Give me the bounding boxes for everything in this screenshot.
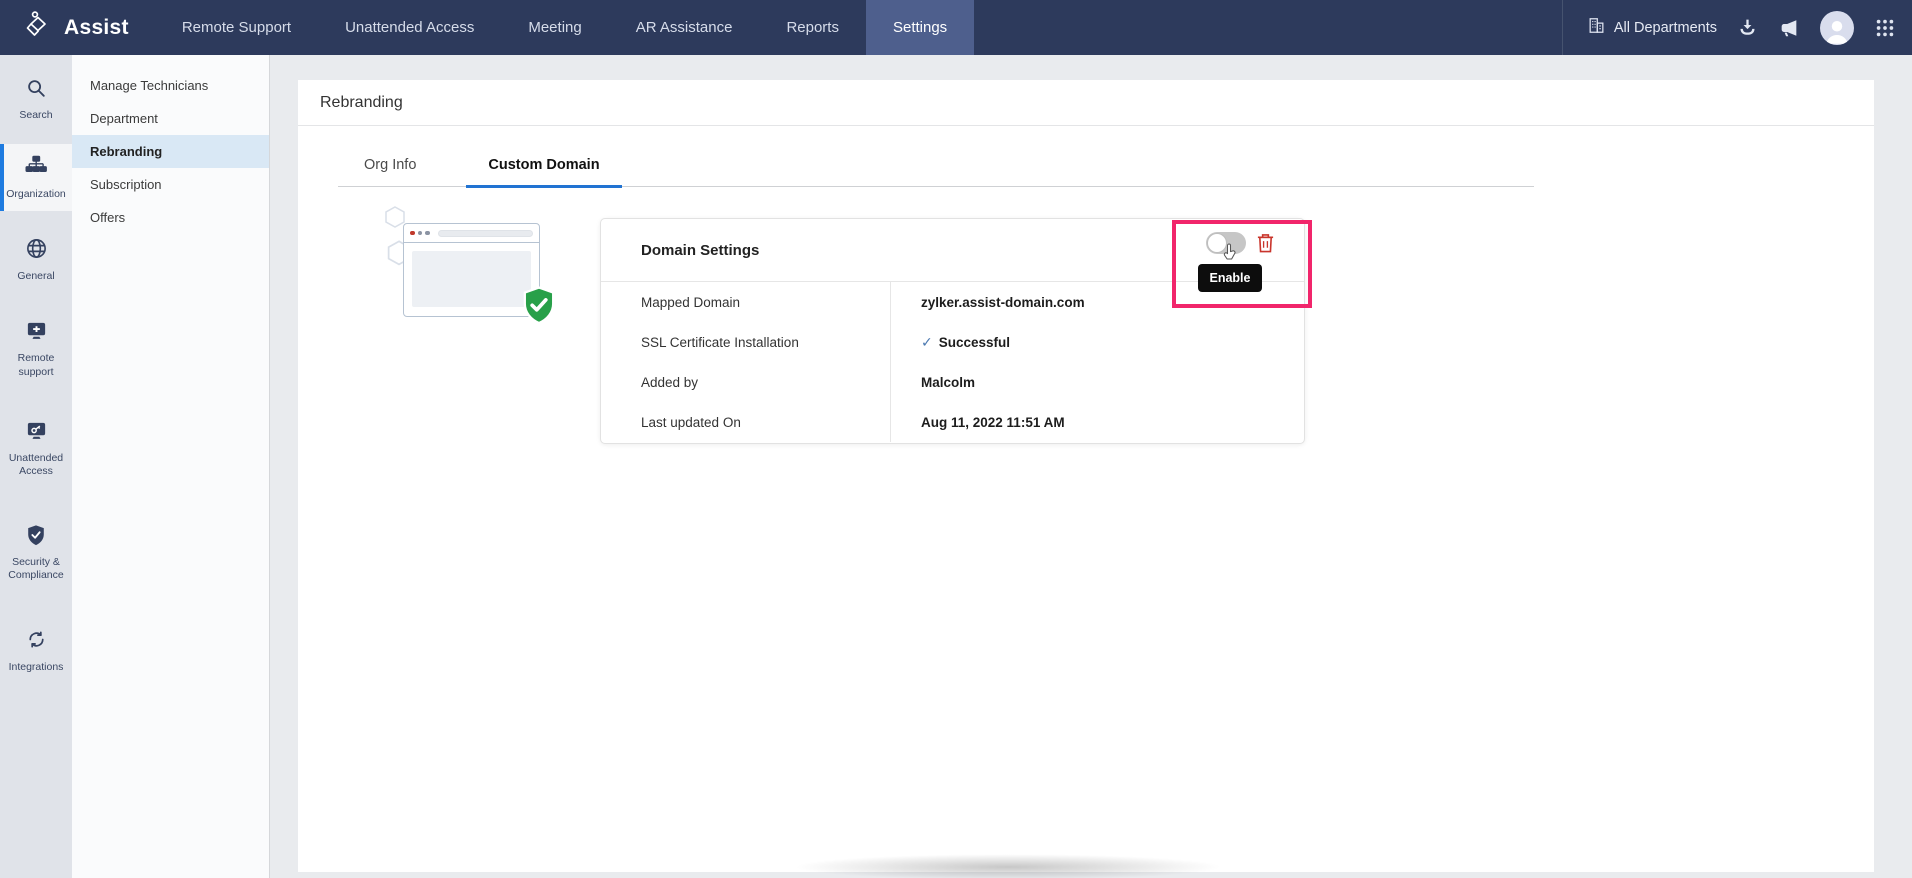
app-window: Assist Remote Support Unattended Access … bbox=[0, 0, 1912, 878]
nav-item-ar-assistance[interactable]: AR Assistance bbox=[609, 0, 760, 55]
sidebar-item-rebranding[interactable]: Rebranding bbox=[72, 135, 269, 168]
nav-item-meeting[interactable]: Meeting bbox=[501, 0, 608, 55]
added-by-value: Malcolm bbox=[921, 374, 976, 390]
row-label: SSL Certificate Installation bbox=[601, 322, 891, 362]
nav-item-unattended-access[interactable]: Unattended Access bbox=[318, 0, 501, 55]
announcement-icon[interactable] bbox=[1778, 17, 1800, 39]
row-label: Added by bbox=[601, 362, 891, 402]
remote-screen-plus-icon bbox=[25, 319, 48, 347]
nav-right-cluster: All Departments bbox=[1561, 0, 1912, 55]
department-label: All Departments bbox=[1613, 19, 1717, 36]
tab-custom-domain[interactable]: Custom Domain bbox=[466, 150, 622, 188]
avatar[interactable] bbox=[1820, 10, 1854, 45]
brand[interactable]: Assist bbox=[0, 0, 155, 55]
browser-content-graphic bbox=[412, 251, 531, 307]
success-check-icon: ✓ bbox=[921, 333, 933, 350]
rail-item-organization[interactable]: Organization bbox=[0, 144, 72, 212]
table-row: Added by Malcolm bbox=[601, 362, 1304, 402]
rail-label: Unattended Access bbox=[8, 451, 64, 477]
page-title: Rebranding bbox=[320, 93, 403, 111]
rail-item-search[interactable]: Search bbox=[0, 67, 72, 132]
sidebar-item-manage-technicians[interactable]: Manage Technicians bbox=[72, 69, 269, 102]
domain-illustration bbox=[385, 206, 563, 333]
rail-item-integrations[interactable]: Integrations bbox=[0, 618, 72, 684]
building-icon bbox=[1587, 16, 1606, 39]
table-row: SSL Certificate Installation ✓ Successfu… bbox=[601, 322, 1304, 362]
nav-item-settings[interactable]: Settings bbox=[865, 0, 975, 55]
sidebar-item-offers[interactable]: Offers bbox=[72, 201, 269, 234]
sidebar-item-department[interactable]: Department bbox=[72, 102, 269, 135]
brand-name: Assist bbox=[64, 15, 129, 39]
download-icon[interactable] bbox=[1737, 17, 1758, 38]
panel-header: Rebranding bbox=[298, 80, 1874, 126]
table-row: Last updated On Aug 11, 2022 11:51 AM bbox=[601, 402, 1304, 442]
rail-item-general[interactable]: General bbox=[0, 227, 72, 293]
screen-key-icon bbox=[25, 419, 48, 447]
browser-titlebar bbox=[404, 224, 539, 243]
assist-logo-icon bbox=[22, 9, 54, 46]
top-navigation: Assist Remote Support Unattended Access … bbox=[0, 0, 1912, 55]
rail-label: Search bbox=[19, 109, 53, 121]
primary-nav: Remote Support Unattended Access Meeting… bbox=[155, 0, 975, 55]
row-label: Mapped Domain bbox=[601, 282, 891, 322]
sidebar-item-subscription[interactable]: Subscription bbox=[72, 168, 269, 201]
verified-shield-icon bbox=[522, 286, 556, 331]
search-icon bbox=[25, 77, 47, 104]
tab-org-info[interactable]: Org Info bbox=[360, 150, 420, 186]
rail-item-security-compliance[interactable]: Security & Compliance bbox=[0, 514, 72, 592]
rail-label: Remote support bbox=[17, 352, 55, 378]
sync-arrows-icon bbox=[25, 628, 48, 656]
card-title: Domain Settings bbox=[641, 241, 760, 259]
settings-icon-rail: Search Organization General Remote suppo… bbox=[0, 55, 72, 878]
org-chart-icon bbox=[24, 154, 48, 183]
rail-label: Security & Compliance bbox=[8, 555, 64, 581]
rail-label: Integrations bbox=[8, 661, 64, 674]
browser-window-graphic bbox=[403, 223, 540, 317]
rail-item-unattended-access[interactable]: Unattended Access bbox=[0, 409, 72, 488]
nav-item-remote-support[interactable]: Remote Support bbox=[155, 0, 318, 55]
hand-cursor-icon bbox=[1220, 243, 1238, 268]
rail-label: Organization bbox=[6, 188, 66, 201]
rebranding-panel: Rebranding Org Info Custom Domain Domain… bbox=[298, 80, 1874, 878]
window-dot-gray bbox=[417, 230, 422, 236]
apps-grid-icon[interactable] bbox=[1874, 17, 1896, 39]
page-bottom-shadow bbox=[793, 854, 1223, 878]
rail-label: General bbox=[17, 270, 55, 283]
ssl-status-text: Successful bbox=[938, 334, 1011, 350]
enable-tooltip: Enable bbox=[1198, 264, 1262, 292]
organization-submenu: Manage Technicians Department Rebranding… bbox=[72, 55, 270, 878]
globe-icon bbox=[25, 237, 48, 265]
rail-item-remote-support[interactable]: Remote support bbox=[0, 309, 72, 388]
rebranding-tabs: Org Info Custom Domain bbox=[338, 150, 1534, 188]
department-selector[interactable]: All Departments bbox=[1587, 16, 1717, 39]
nav-divider bbox=[1561, 0, 1563, 55]
url-bar-graphic bbox=[437, 229, 533, 237]
row-label: Last updated On bbox=[601, 402, 891, 442]
mapped-domain-value: zylker.assist-domain.com bbox=[921, 294, 1085, 310]
window-dot-gray bbox=[425, 230, 430, 236]
shield-check-icon bbox=[25, 524, 47, 551]
ssl-status-value: ✓ Successful bbox=[891, 334, 1010, 351]
nav-item-reports[interactable]: Reports bbox=[759, 0, 866, 55]
window-dot-red bbox=[410, 230, 415, 236]
last-updated-value: Aug 11, 2022 11:51 AM bbox=[921, 414, 1065, 430]
main-content: Rebranding Org Info Custom Domain Domain… bbox=[270, 55, 1912, 878]
delete-domain-icon[interactable] bbox=[1256, 232, 1275, 259]
